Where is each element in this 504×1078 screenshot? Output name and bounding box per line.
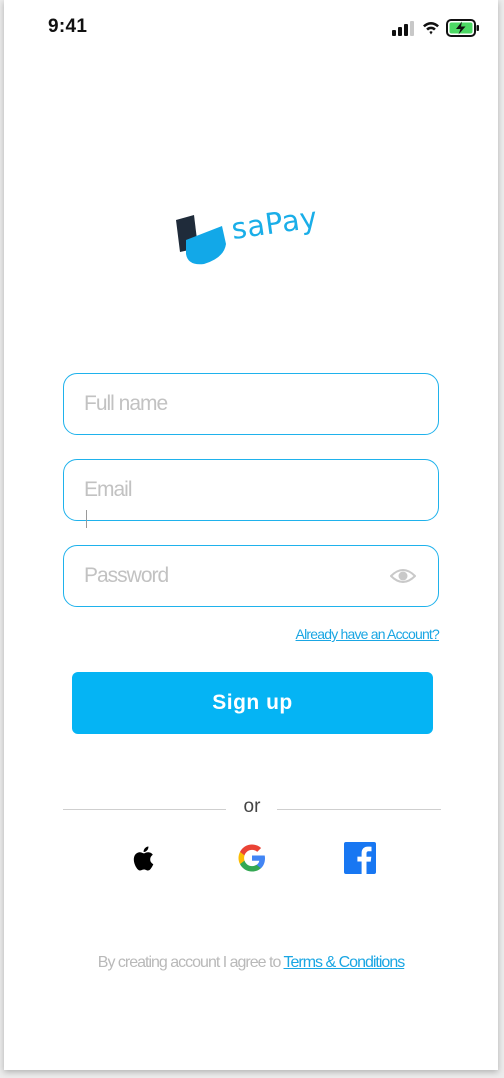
sapay-logo-mark-icon — [176, 215, 226, 265]
or-divider-label: or — [243, 796, 261, 817]
status-time: 9:41 — [48, 16, 88, 37]
divider-line-left — [63, 809, 226, 810]
terms-notice: By creating account I agree to Terms & C… — [4, 954, 498, 972]
wifi-icon — [423, 22, 439, 35]
facebook-icon[interactable] — [342, 840, 378, 876]
terms-and-conditions-link[interactable]: Terms & Conditions — [284, 954, 406, 971]
google-icon[interactable] — [234, 840, 270, 876]
phone-screen: 9:41 saPay Full name Email Already have … — [4, 0, 498, 1070]
password-input[interactable] — [84, 546, 384, 606]
terms-prefix: By creating account I agree to — [97, 954, 284, 971]
status-icons — [392, 18, 482, 40]
battery-charging-icon — [446, 19, 479, 37]
brand-name: saPay — [229, 200, 320, 246]
full-name-field[interactable] — [63, 373, 439, 435]
password-field[interactable] — [63, 545, 439, 607]
sign-up-button[interactable]: Sign up — [72, 672, 433, 734]
email-field[interactable] — [63, 459, 439, 528]
divider-line-right — [277, 809, 441, 810]
full-name-input[interactable] — [84, 374, 384, 434]
text-caret — [86, 510, 87, 528]
already-have-account-link[interactable]: Already have an Account? — [296, 626, 440, 642]
eye-icon[interactable] — [390, 565, 416, 587]
cellular-signal-icon — [392, 21, 414, 36]
apple-icon[interactable] — [126, 840, 162, 876]
brand-logo: saPay — [174, 200, 334, 272]
email-input[interactable] — [84, 460, 384, 520]
